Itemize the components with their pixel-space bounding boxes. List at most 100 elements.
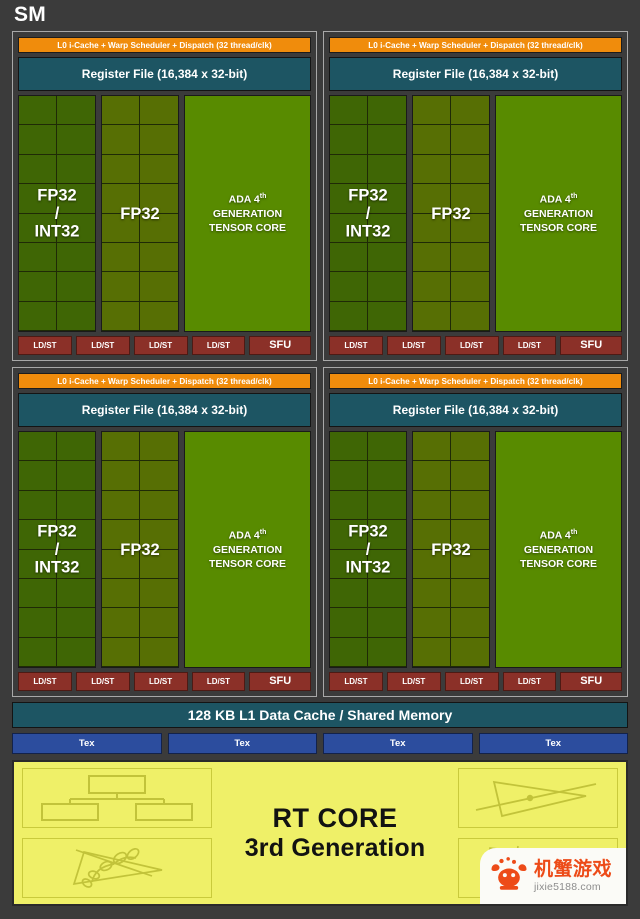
core-cell [330, 578, 368, 609]
core-cell [19, 549, 57, 579]
core-cell [330, 213, 368, 243]
core-cell [451, 520, 489, 550]
core-cell [19, 432, 57, 462]
core-cell [413, 520, 451, 550]
core-cell [330, 184, 368, 214]
core-cell [140, 550, 178, 579]
core-cell [330, 637, 368, 667]
fp32-core-column-2: FP32 [101, 431, 179, 668]
core-cell [140, 184, 178, 214]
core-cell [57, 272, 95, 302]
core-cell [57, 302, 95, 331]
intersection-point [526, 794, 534, 802]
texture-unit: Tex [478, 733, 628, 754]
core-cell [102, 301, 140, 331]
core-cell [413, 125, 451, 155]
core-cell [19, 96, 57, 126]
processing-block-grid: L0 i-Cache + Warp Scheduler + Dispatch (… [8, 29, 632, 697]
warp-scheduler-bar-0: L0 i-Cache + Warp Scheduler + Dispatch (… [18, 37, 311, 53]
core-cell [19, 242, 57, 273]
ordinal-suffix: th [570, 192, 578, 200]
sfu-unit: SFU [249, 336, 311, 355]
ldst-unit: LD/ST [75, 336, 130, 355]
texture-unit-row: Tex Tex Tex Tex [12, 733, 628, 754]
core-cell [57, 638, 95, 667]
core-cell [451, 432, 489, 462]
texture-unit: Tex [12, 733, 162, 754]
core-cell [102, 432, 140, 462]
processing-block-3: L0 i-Cache + Warp Scheduler + Dispatch (… [323, 367, 628, 697]
core-cell [19, 608, 57, 638]
core-cell [140, 272, 178, 302]
ldst-sfu-row-3: LD/ST LD/ST LD/ST LD/ST SFU [329, 672, 622, 691]
core-cell [330, 608, 368, 638]
register-file-0: Register File (16,384 x 32-bit) [18, 57, 311, 91]
ldst-unit: LD/ST [502, 672, 557, 691]
core-cell [413, 213, 451, 243]
core-cell [413, 184, 451, 214]
ldst-unit: LD/ST [386, 672, 441, 691]
bvh-tree-diagram-icon [22, 768, 212, 828]
core-cell [19, 213, 57, 243]
core-cell [330, 520, 368, 550]
fp32-int32-core-column-0: FP32 / INT32 [18, 95, 96, 332]
core-cell [102, 608, 140, 638]
core-cell [140, 125, 178, 155]
core-cell [140, 155, 178, 185]
ldst-unit: LD/ST [444, 672, 499, 691]
core-cell [451, 491, 489, 521]
core-cell [102, 242, 140, 273]
core-cell [413, 272, 451, 302]
texture-unit: Tex [323, 733, 473, 754]
watermark-text: 机蟹游戏 jixie5188.com [534, 860, 612, 893]
ldst-unit: LD/ST [133, 336, 188, 355]
core-cell [140, 214, 178, 243]
foliage-triangle-svg [72, 847, 163, 888]
core-cell [102, 96, 140, 126]
ldst-unit: LD/ST [444, 336, 499, 355]
core-cell [102, 125, 140, 155]
ldst-sfu-row-1: LD/ST LD/ST LD/ST LD/ST SFU [329, 336, 622, 355]
core-cell [368, 243, 406, 273]
ldst-unit: LD/ST [133, 672, 188, 691]
processing-block-2: L0 i-Cache + Warp Scheduler + Dispatch (… [12, 367, 317, 697]
core-cell [19, 520, 57, 550]
core-cell [330, 272, 368, 302]
core-cell [102, 184, 140, 214]
core-cell [57, 214, 95, 243]
core-cell [368, 214, 406, 243]
page-title: SM [14, 3, 47, 26]
core-cell [451, 638, 489, 667]
core-cell [330, 242, 368, 273]
core-cell [330, 490, 368, 521]
ldst-unit: LD/ST [329, 672, 383, 691]
core-cell [140, 491, 178, 521]
core-cell [413, 96, 451, 126]
core-cell [140, 432, 178, 462]
core-cell [368, 155, 406, 185]
ldst-unit: LD/ST [75, 672, 130, 691]
tensor-core-block-0: ADA 4th GENERATION TENSOR CORE [184, 95, 311, 332]
core-cell [330, 549, 368, 579]
core-cell [451, 272, 489, 302]
tensor-core-block-2: ADA 4th GENERATION TENSOR CORE [184, 431, 311, 668]
core-cell [57, 125, 95, 155]
core-cell [451, 579, 489, 609]
rt-core-title-line1: RT CORE [272, 803, 398, 834]
core-cell [451, 608, 489, 638]
l1-data-cache-bar: 128 KB L1 Data Cache / Shared Memory [12, 702, 628, 728]
fp32-core-column-1: FP32 [412, 95, 490, 332]
texture-unit: Tex [167, 733, 317, 754]
core-cell [330, 125, 368, 155]
ldst-unit: LD/ST [329, 336, 383, 355]
rt-core-left-panels [22, 768, 212, 898]
core-cell [19, 125, 57, 155]
core-cell [57, 461, 95, 491]
tensor-core-label-0: ADA 4th GENERATION TENSOR CORE [208, 192, 286, 234]
core-cell [102, 549, 140, 579]
core-cell [140, 243, 178, 273]
core-cell [19, 184, 57, 214]
processing-block-0: L0 i-Cache + Warp Scheduler + Dispatch (… [12, 31, 317, 361]
watermark-url: jixie5188.com [534, 880, 601, 893]
core-area-3: FP32 / INT32 FP32 ADA 4th GENERATION TEN… [329, 431, 622, 668]
